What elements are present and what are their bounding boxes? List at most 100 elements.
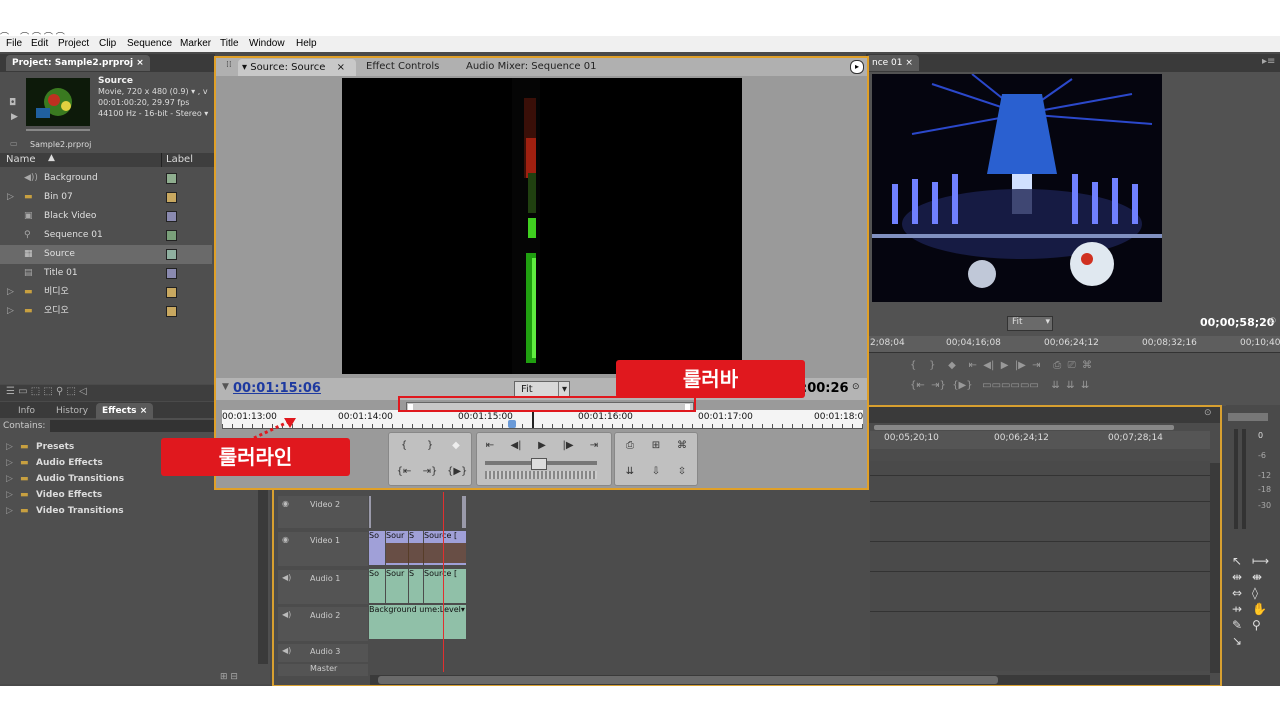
play-thumb-icon[interactable]: ▶ bbox=[11, 112, 18, 122]
menu-help[interactable]: Help bbox=[296, 38, 317, 49]
menu-window[interactable]: Window bbox=[249, 38, 285, 49]
menu-edit[interactable]: Edit bbox=[31, 38, 48, 49]
pen-tool-icon[interactable]: ✎ bbox=[1232, 618, 1242, 632]
audio-clip[interactable]: Sour bbox=[386, 569, 408, 603]
list-item-selected[interactable]: ▦ Source bbox=[0, 245, 212, 264]
speaker-icon[interactable]: ◀) bbox=[282, 646, 291, 655]
audio-clip-background[interactable]: Background ume:Level▾ bbox=[369, 605, 466, 639]
video-clip[interactable]: So bbox=[369, 531, 385, 565]
label-swatch[interactable] bbox=[166, 287, 177, 298]
toggle-take-audio-video-button[interactable]: ⇳ bbox=[673, 465, 691, 479]
list-item[interactable]: ▷ ▬ 비디오 bbox=[0, 283, 212, 302]
eye-icon[interactable]: ◉ bbox=[282, 499, 289, 508]
tab-history[interactable]: History bbox=[56, 406, 88, 416]
disclosure-icon[interactable]: ▷ bbox=[7, 283, 14, 302]
track-audio-1[interactable]: ◀) Audio 1 bbox=[278, 570, 368, 604]
rolling-edit-tool-icon[interactable]: ⇼ bbox=[1252, 570, 1262, 584]
razor-tool-icon[interactable]: ◊ bbox=[1252, 586, 1258, 600]
audio-clip[interactable]: S bbox=[409, 569, 423, 603]
output-button[interactable]: ⌘ bbox=[673, 439, 691, 453]
step-back-marker-button[interactable]: ⇤ bbox=[481, 439, 499, 453]
tab-info[interactable]: Info bbox=[18, 406, 35, 416]
effects-bottom-icons[interactable]: ⊞ ⊟ bbox=[220, 672, 238, 682]
jog-wheel[interactable] bbox=[485, 471, 597, 479]
overlay-button[interactable]: ⇩ bbox=[647, 465, 665, 479]
step-back-button[interactable]: ◀| bbox=[507, 439, 525, 453]
gripper-icon[interactable]: ⁞⁞ bbox=[226, 60, 232, 70]
goto-in-button[interactable]: {⇤ bbox=[395, 465, 413, 479]
timeline-vertical-scrollbar[interactable] bbox=[1210, 463, 1220, 673]
label-swatch[interactable] bbox=[166, 306, 177, 317]
list-item[interactable]: ▷ ▬ Bin 07 bbox=[0, 188, 212, 207]
list-item[interactable]: ◀)) Background bbox=[0, 169, 212, 188]
step-forward-marker-button[interactable]: ⇥ bbox=[585, 439, 603, 453]
collapse-icon[interactable]: ▼ bbox=[222, 382, 229, 392]
slip-tool-icon[interactable]: ⇸ bbox=[1232, 602, 1242, 616]
list-view-icon[interactable]: ☰ ▭ ⬚ ⬚ ⚲ ⬚ ◁ bbox=[6, 386, 87, 397]
timeline-horizontal-scrollbar[interactable] bbox=[370, 675, 1210, 685]
hand-tool-icon[interactable]: ✋ bbox=[1252, 602, 1267, 616]
video-2-clip-edge[interactable] bbox=[369, 496, 371, 528]
disclosure-icon[interactable]: ▷ bbox=[7, 302, 14, 321]
slide-tool-icon[interactable]: ↘ bbox=[1232, 634, 1242, 648]
column-label[interactable]: Label bbox=[166, 154, 193, 165]
track-select-tool-icon[interactable]: ⟼ bbox=[1252, 554, 1269, 568]
insert-button[interactable]: ⇊ bbox=[621, 465, 639, 479]
column-name[interactable]: Name bbox=[6, 154, 36, 165]
tab-source[interactable]: ▾ Source: Source × bbox=[238, 59, 356, 76]
settings-icon[interactable]: ⊙ bbox=[1269, 316, 1277, 326]
chevron-down-icon[interactable]: ▾ bbox=[242, 62, 247, 73]
menu-title[interactable]: Title bbox=[220, 38, 239, 49]
program-ruler[interactable]: 2;08;04 00;04;16;08 00;06;24;12 00;08;32… bbox=[866, 336, 1280, 353]
disclosure-icon[interactable]: ▷ bbox=[6, 458, 13, 468]
tab-program-sequence[interactable]: nce 01 × bbox=[866, 55, 919, 71]
list-item[interactable]: ▤ Title 01 bbox=[0, 264, 212, 283]
label-swatch[interactable] bbox=[166, 192, 177, 203]
play-button[interactable]: ▶ bbox=[533, 439, 551, 453]
menu-project[interactable]: Project bbox=[58, 38, 89, 49]
effect-folder-video-effects[interactable]: ▷ ▬ Video Effects bbox=[0, 490, 260, 504]
panel-menu-icon[interactable]: ▸ bbox=[850, 60, 864, 74]
sort-up-icon[interactable]: ▲ bbox=[48, 153, 55, 163]
menu-file[interactable]: File bbox=[6, 38, 22, 49]
label-swatch[interactable] bbox=[166, 173, 177, 184]
timeline-ruler[interactable]: 00;05;20;10 00;06;24;12 00;07;28;14 bbox=[870, 431, 1210, 449]
disclosure-icon[interactable]: ▷ bbox=[6, 490, 13, 500]
list-item[interactable]: ▷ ▬ 오디오 bbox=[0, 302, 212, 321]
audio-clip[interactable]: So bbox=[369, 569, 385, 603]
disclosure-icon[interactable]: ▷ bbox=[6, 506, 13, 516]
label-swatch[interactable] bbox=[166, 230, 177, 241]
label-swatch[interactable] bbox=[166, 211, 177, 222]
tab-effects[interactable]: Effects × bbox=[96, 403, 154, 419]
menu-marker[interactable]: Marker bbox=[180, 38, 211, 49]
track-audio-2[interactable]: ◀) Audio 2 bbox=[278, 607, 368, 641]
effect-folder-video-transitions[interactable]: ▷ ▬ Video Transitions bbox=[0, 506, 260, 520]
close-icon[interactable]: × bbox=[140, 406, 148, 416]
disclosure-icon[interactable]: ▷ bbox=[6, 442, 13, 452]
menu-clip[interactable]: Clip bbox=[99, 38, 116, 49]
menu-sequence[interactable]: Sequence bbox=[127, 38, 172, 49]
thumb-slider[interactable] bbox=[26, 129, 90, 131]
close-icon[interactable]: × bbox=[905, 58, 913, 68]
video-2-clip-edge[interactable] bbox=[462, 496, 466, 528]
label-swatch[interactable] bbox=[166, 268, 177, 279]
program-fit-dropdown[interactable]: Fit ▾ bbox=[1007, 316, 1053, 331]
timeline-scroll-bar[interactable] bbox=[874, 425, 1174, 430]
tab-audio-mixer[interactable]: Audio Mixer: Sequence 01 bbox=[466, 61, 596, 72]
panel-menu-icon[interactable]: ⊙ bbox=[1204, 408, 1212, 418]
eye-icon[interactable]: ◉ bbox=[282, 535, 289, 544]
list-item[interactable]: ⚲ Sequence 01 bbox=[0, 226, 212, 245]
track-video-2[interactable]: ◉ Video 2 bbox=[278, 496, 368, 528]
rate-stretch-tool-icon[interactable]: ⇔ bbox=[1232, 586, 1242, 600]
audio-clip[interactable]: Source [ bbox=[424, 569, 466, 603]
tab-project[interactable]: Project: Sample2.prproj × bbox=[6, 55, 150, 71]
speaker-icon[interactable]: ◀) bbox=[282, 573, 291, 582]
play-in-to-out-button[interactable]: {▶} bbox=[447, 465, 467, 479]
ripple-edit-tool-icon[interactable]: ⇹ bbox=[1232, 570, 1242, 584]
program-timecode[interactable]: 00;00;58;20 bbox=[1200, 316, 1274, 329]
set-marker-button[interactable]: ◆ bbox=[447, 439, 465, 453]
track-audio-3[interactable]: ◀) Audio 3 bbox=[278, 644, 368, 662]
disclosure-icon[interactable]: ▷ bbox=[7, 188, 14, 207]
time-ruler[interactable]: 00:01:13:00 00:01:14:00 00:01:15:00 00:0… bbox=[222, 410, 863, 429]
zoom-tool-icon[interactable]: ⚲ bbox=[1252, 618, 1261, 632]
